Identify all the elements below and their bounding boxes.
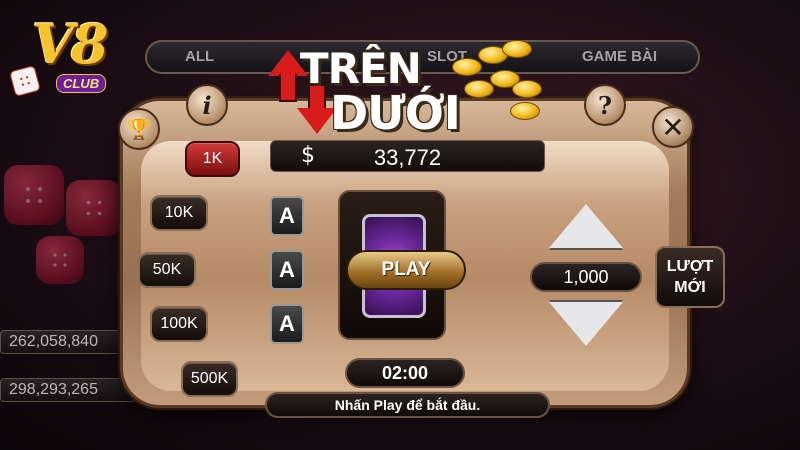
tab-game-bai[interactable]: GAME BÀI <box>582 48 657 65</box>
new-round-button[interactable]: LƯỢT MỚI <box>655 246 725 308</box>
help-icon: ? <box>597 90 613 120</box>
coins-icon <box>450 40 542 120</box>
chip-500k[interactable]: 500K <box>181 361 238 397</box>
jackpot-value: 298,293,265 <box>0 378 140 402</box>
bet-amount: 1,000 <box>530 262 642 292</box>
chip-10k[interactable]: 10K <box>150 195 208 231</box>
arrow-up-stem <box>279 74 297 102</box>
info-button[interactable]: i <box>186 84 228 126</box>
new-round-label-2: MỚI <box>674 279 706 296</box>
close-icon: ✕ <box>661 110 685 144</box>
card-ace[interactable]: A <box>270 196 304 236</box>
info-icon: i <box>202 90 212 120</box>
balance-amount: 33,772 <box>373 145 442 170</box>
title-duoi: DƯỚI <box>330 86 461 140</box>
hint-text: Nhấn Play để bắt đầu. <box>265 392 550 418</box>
trophy-icon: 🏆 <box>126 117 152 141</box>
help-button[interactable]: ? <box>584 84 626 126</box>
logo-sub: CLUB <box>56 74 107 93</box>
balance-display: $ 33,772 <box>270 140 545 172</box>
decrease-bet-arrow-icon[interactable] <box>549 302 623 346</box>
tab-all[interactable]: ALL <box>185 48 214 65</box>
trophy-button[interactable]: 🏆 <box>118 108 160 150</box>
close-button[interactable]: ✕ <box>652 106 694 148</box>
dice-decor <box>36 236 84 284</box>
dice-decor <box>4 165 64 225</box>
chip-50k[interactable]: 50K <box>138 252 196 288</box>
increase-bet-arrow-icon[interactable] <box>549 204 623 248</box>
card-ace[interactable]: A <box>270 250 304 290</box>
brand-logo: V8 CLUB <box>9 12 112 102</box>
jackpot-value: 262,058,840 <box>0 330 140 354</box>
new-round-label-1: LƯỢT <box>666 258 714 275</box>
chip-100k[interactable]: 100K <box>150 306 208 342</box>
play-button[interactable]: PLAY <box>346 250 466 290</box>
card-ace[interactable]: A <box>270 304 304 344</box>
lobby-tabs: ALL SLOT GAME BÀI <box>145 40 700 74</box>
timer: 02:00 <box>345 358 465 388</box>
dice-decor <box>66 180 122 236</box>
chip-1k[interactable]: 1K <box>185 141 240 177</box>
logo-text: V8 <box>32 12 109 76</box>
